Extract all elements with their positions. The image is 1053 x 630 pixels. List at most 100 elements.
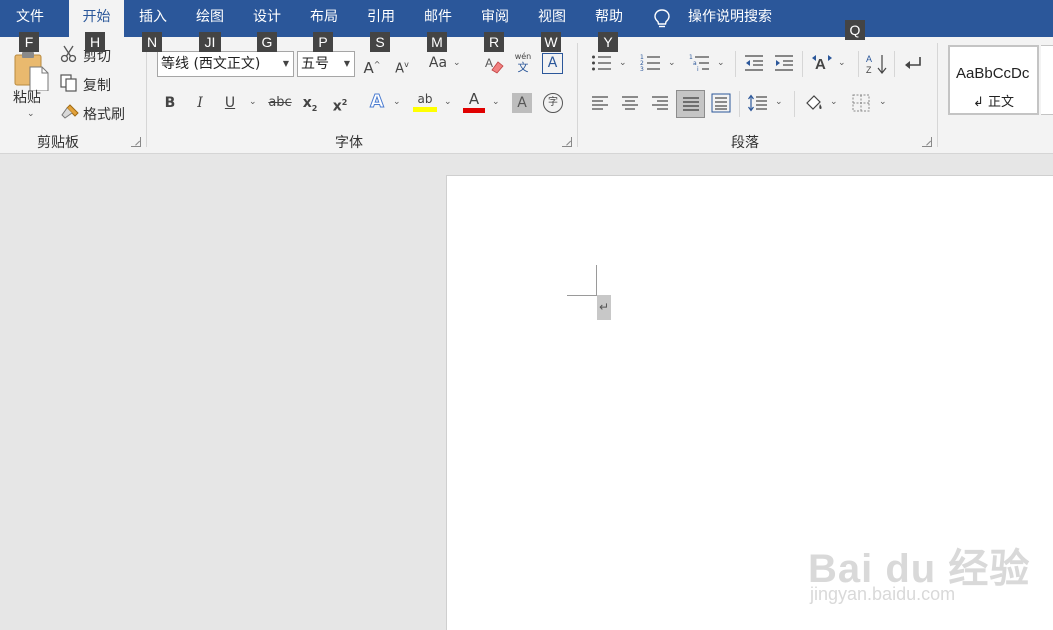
styles-gallery: AaBbCcDc ↲ 正文 [948, 45, 1053, 127]
align-left-icon[interactable] [591, 95, 609, 115]
align-center-icon[interactable] [621, 95, 639, 115]
sort-icon[interactable]: A Z [866, 53, 888, 79]
copy-icon[interactable] [60, 74, 78, 96]
bold-button[interactable]: B [160, 93, 180, 113]
phonetic-guide-char: 文 [517, 61, 529, 74]
style-name: ↲ 正文 [972, 95, 1015, 110]
keytip-review: R [484, 32, 504, 52]
baidu-watermark: Bai du 经验 jingyan.baidu.com [808, 536, 1053, 630]
paragraph-shading-icon[interactable] [803, 93, 825, 117]
svg-text:A: A [485, 56, 493, 70]
separator [802, 51, 803, 77]
font-color-button[interactable]: A [463, 91, 485, 115]
character-shading-button[interactable]: A [512, 93, 532, 113]
chevron-down-icon[interactable]: ⌄ [249, 97, 257, 107]
align-right-icon[interactable] [651, 95, 669, 115]
strikethrough-button[interactable]: abc [268, 93, 292, 113]
chevron-down-icon[interactable]: ⌄ [444, 97, 452, 107]
crop-mark-horizontal [567, 295, 597, 296]
format-painter-icon[interactable] [60, 103, 80, 125]
style-next[interactable] [1041, 45, 1053, 115]
chevron-down-icon[interactable]: ⌄ [775, 97, 783, 107]
italic-button[interactable]: I [190, 93, 210, 113]
font-color-bar [463, 108, 485, 113]
paragraph-group-label: 段落 [731, 135, 759, 151]
font-name-combo[interactable]: 等线 (西文正文) ▼ [157, 51, 294, 77]
watermark-url: jingyan.baidu.com [810, 584, 956, 604]
phonetic-guide-button[interactable]: wén 文 [513, 52, 533, 74]
highlight-button[interactable]: ab [413, 91, 437, 115]
shrink-font-icon[interactable]: Av [392, 55, 412, 79]
keytip-mailings: M [427, 32, 447, 52]
font-size-combo[interactable]: 五号 ▼ [297, 51, 355, 77]
paste-dropdown-icon[interactable]: ⌄ [27, 109, 35, 119]
svg-text:Z: Z [866, 65, 872, 75]
style-normal[interactable]: AaBbCcDc ↲ 正文 [948, 45, 1039, 115]
subscript-button[interactable]: x2 [300, 93, 320, 119]
chevron-down-icon[interactable]: ⌄ [830, 97, 838, 107]
distributed-align-icon[interactable] [711, 93, 731, 117]
crop-mark-vertical [596, 265, 597, 295]
keytip-insert: N [142, 32, 162, 52]
keytip-layout: P [313, 32, 333, 52]
chevron-down-icon[interactable]: ⌄ [879, 97, 887, 107]
chevron-down-icon[interactable]: ⌄ [619, 58, 627, 68]
line-spacing-icon[interactable] [748, 94, 768, 116]
phonetic-guide-pinyin: wén [514, 52, 532, 61]
clipboard-group-label: 剪贴板 [37, 135, 79, 151]
font-dialog-launcher[interactable] [562, 137, 572, 147]
chevron-down-icon[interactable]: ⌄ [668, 58, 676, 68]
separator [739, 91, 740, 117]
clear-formatting-icon[interactable]: A [484, 54, 504, 78]
character-border-button[interactable]: A [542, 53, 563, 74]
chevron-down-icon[interactable]: ⌄ [717, 58, 725, 68]
paragraph-dialog-launcher[interactable] [922, 137, 932, 147]
group-separator [146, 43, 147, 147]
multilevel-list-icon[interactable]: 1 a i [689, 54, 711, 76]
decrease-indent-icon[interactable] [744, 54, 764, 76]
font-size-value: 五号 [301, 56, 329, 72]
chevron-down-icon[interactable]: ▼ [283, 52, 289, 76]
clipboard-dialog-launcher[interactable] [131, 137, 141, 147]
keytip-home: H [85, 32, 105, 52]
superscript-button[interactable]: x2 [330, 93, 350, 117]
chevron-down-icon[interactable]: ⌄ [393, 97, 401, 107]
highlight-icon: ab [417, 92, 433, 106]
separator [858, 51, 859, 77]
enclose-characters-button[interactable]: 字 [543, 93, 563, 113]
separator [794, 91, 795, 117]
chevron-down-icon[interactable]: ▼ [344, 52, 350, 76]
chevron-down-icon[interactable]: ⌄ [453, 58, 461, 68]
style-sample: AaBbCcDc [956, 65, 1030, 82]
chevron-down-icon[interactable]: ⌄ [838, 58, 846, 68]
change-case-button[interactable]: Aa [427, 53, 449, 73]
format-painter-button[interactable]: 格式刷 [83, 104, 125, 124]
keytip-tell-me: Q [845, 20, 865, 40]
keytip-view: W [541, 32, 561, 52]
paragraph-mark[interactable]: ↵ [597, 295, 611, 320]
keytip-references: S [370, 32, 390, 52]
font-color-icon: A [468, 90, 480, 108]
justify-button[interactable] [676, 90, 705, 118]
underline-button[interactable]: U [220, 93, 240, 113]
svg-text:3: 3 [640, 66, 644, 72]
separator [894, 51, 895, 77]
chinese-layout-icon[interactable]: A [811, 53, 833, 77]
borders-icon[interactable] [852, 94, 870, 116]
copy-button[interactable]: 复制 [83, 75, 111, 95]
increase-indent-icon[interactable] [774, 54, 794, 76]
chevron-down-icon[interactable]: ⌄ [492, 97, 500, 107]
text-effects-button[interactable]: A [366, 91, 388, 112]
ribbon-home: 粘贴 ⌄ 剪切 复制 格式刷 剪贴板 等线 (西文正文) ▼ 五号 ▼ A^ A… [0, 37, 1053, 154]
keytip-draw: JI [199, 32, 221, 52]
bullets-icon[interactable] [591, 54, 613, 76]
svg-text:A: A [866, 54, 872, 64]
group-separator [937, 43, 938, 147]
keytip-design: G [257, 32, 277, 52]
numbering-icon[interactable]: 1 2 3 [640, 54, 662, 76]
grow-font-icon[interactable]: A^ [362, 55, 382, 78]
lightbulb-icon [654, 9, 670, 28]
cut-icon[interactable] [60, 45, 78, 67]
show-hide-marks-icon[interactable] [902, 55, 922, 77]
paste-label[interactable]: 粘贴 [13, 87, 41, 107]
